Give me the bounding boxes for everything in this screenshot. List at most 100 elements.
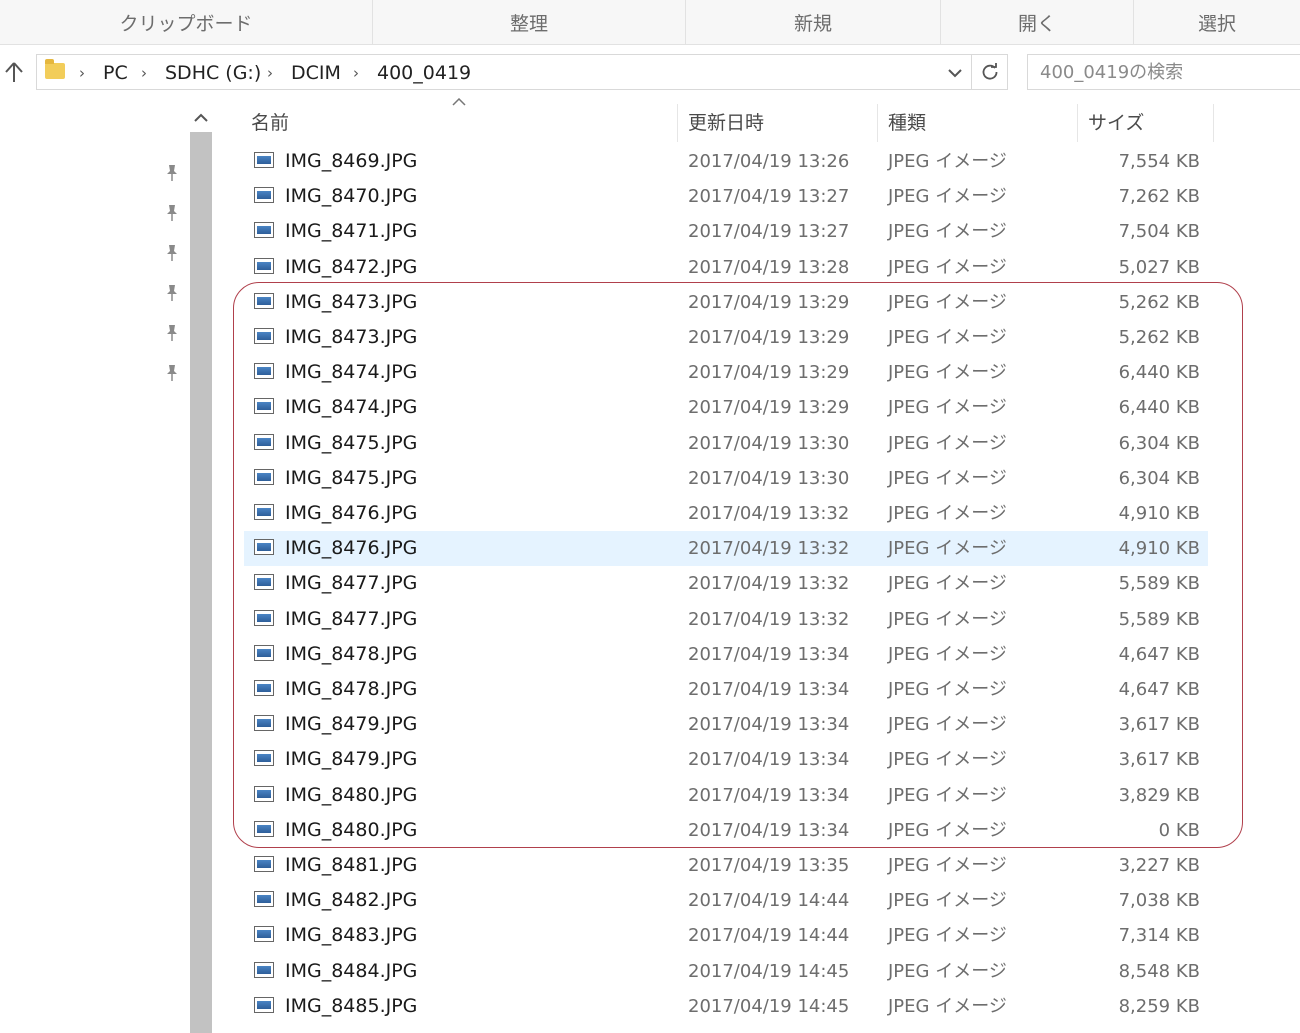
file-modified-date: 2017/04/19 13:32 bbox=[688, 503, 850, 524]
nav-item[interactable]: 04 bbox=[0, 400, 188, 430]
nav-item[interactable]: ァ bbox=[0, 786, 188, 816]
column-header-name[interactable]: 名前 bbox=[241, 104, 677, 142]
file-row[interactable]: IMG_8477.JPG 2017/04/19 13:32 JPEG イメージ 5,5… bbox=[244, 602, 1208, 637]
file-row[interactable]: IMG_8485.JPG 2017/04/19 14:45 JPEG イメージ 8,2… bbox=[244, 989, 1208, 1024]
nav-item[interactable]: ック bbox=[0, 868, 188, 898]
file-explorer-window: クリップボード 整理 新規 開く 選択 › PC › SDHC (G:) › D… bbox=[0, 0, 1300, 1033]
file-name: IMG_8472.JPG bbox=[285, 255, 418, 278]
file-modified-date: 2017/04/19 13:34 bbox=[688, 784, 850, 806]
nav-item[interactable]: ーム (F:) bbox=[0, 988, 188, 1018]
nav-item-label: レ ディスク (C:) bbox=[0, 908, 188, 938]
nav-item[interactable]: レ ディスク (C:) bbox=[0, 908, 188, 938]
file-row[interactable]: IMG_8479.JPG 2017/04/19 13:34 JPEG イメージ 3,6… bbox=[244, 742, 1208, 777]
file-name: IMG_8478.JPG bbox=[285, 678, 418, 700]
nav-item[interactable]: ve bbox=[0, 574, 188, 604]
pin-icon bbox=[164, 284, 180, 302]
scroll-thumb[interactable] bbox=[190, 132, 212, 1033]
nav-item[interactable]: ント bbox=[0, 318, 188, 348]
ribbon-group-label: 新規 bbox=[793, 12, 832, 35]
file-modified-date: 2017/04/19 13:30 bbox=[688, 467, 850, 489]
nav-item[interactable]: トップ bbox=[0, 706, 188, 736]
chevron-down-icon[interactable] bbox=[943, 59, 967, 87]
file-name: IMG_8477.JPG bbox=[285, 572, 418, 595]
file-size: 6,440 KB bbox=[1118, 397, 1200, 419]
breadcrumb-sdhc[interactable]: SDHC (G:) bbox=[165, 59, 261, 87]
file-row[interactable]: IMG_8470.JPG 2017/04/19 13:27 JPEG イメージ 7,2… bbox=[244, 179, 1208, 214]
jpeg-image-icon bbox=[254, 292, 274, 309]
breadcrumb-current-folder[interactable]: 400_0419 bbox=[377, 59, 471, 87]
ribbon-group-organize[interactable]: 整理 bbox=[372, 0, 685, 44]
file-row[interactable]: IMG_8475.JPG 2017/04/19 13:30 JPEG イメージ 6,3… bbox=[244, 461, 1208, 496]
nav-item[interactable]: l Drive bbox=[0, 198, 188, 228]
nav-item-label: ロード bbox=[0, 666, 188, 696]
nav-item[interactable]: ロード bbox=[0, 238, 188, 268]
file-size: 8,548 KB bbox=[1118, 960, 1200, 982]
file-row[interactable]: IMG_8472.JPG 2017/04/19 13:28 JPEG イメージ 5,0… bbox=[244, 250, 1208, 285]
chevron-right-icon[interactable]: › bbox=[79, 59, 85, 87]
nav-item[interactable]: l フォト bbox=[0, 158, 188, 188]
jpeg-image-icon bbox=[254, 328, 274, 344]
file-row[interactable]: IMG_8479.JPG 2017/04/19 13:34 JPEG イメージ 3,6… bbox=[244, 707, 1208, 742]
file-row[interactable]: IMG_8477.JPG 2017/04/19 13:32 JPEG イメージ 5,5… bbox=[244, 566, 1208, 601]
jpeg-image-icon bbox=[254, 785, 274, 802]
nav-scrollbar[interactable] bbox=[188, 100, 214, 1033]
jpeg-image-icon bbox=[254, 750, 274, 767]
nav-item[interactable]: ァ bbox=[0, 358, 188, 388]
nav-item[interactable]: mage bbox=[0, 440, 188, 470]
file-row[interactable]: IMG_8478.JPG 2017/04/19 13:34 JPEG イメージ 4,6… bbox=[244, 637, 1208, 672]
arrow-up-icon[interactable] bbox=[2, 58, 26, 86]
column-header-type[interactable]: 種類 bbox=[877, 104, 1077, 142]
file-size: 6,304 KB bbox=[1118, 467, 1200, 489]
file-name: IMG_8479.JPG bbox=[285, 748, 418, 771]
column-header-label: 名前 bbox=[251, 112, 290, 134]
file-row[interactable]: IMG_8481.JPG 2017/04/19 13:35 JPEG イメージ 3,2… bbox=[244, 848, 1208, 883]
nav-item[interactable]: ント bbox=[0, 746, 188, 776]
file-row[interactable]: IMG_8473.JPG 2017/04/19 13:29 JPEG イメージ 5,2… bbox=[244, 285, 1208, 320]
file-row[interactable]: IMG_8480.JPG 2017/04/19 13:34 JPEG イメージ 3,8… bbox=[244, 778, 1208, 813]
nav-item[interactable]: mage bbox=[0, 480, 188, 510]
file-row[interactable]: IMG_8483.JPG 2017/04/19 14:44 JPEG イメージ 7,3… bbox=[244, 918, 1208, 953]
file-name: IMG_8483.JPG bbox=[285, 924, 418, 947]
refresh-button[interactable] bbox=[972, 54, 1008, 90]
file-row[interactable]: IMG_8480.JPG 2017/04/19 13:34 JPEG イメージ 0 K… bbox=[244, 813, 1208, 848]
file-row[interactable]: IMG_8474.JPG 2017/04/19 13:29 JPEG イメージ 6,4… bbox=[244, 355, 1208, 390]
file-row[interactable]: IMG_8469.JPG 2017/04/19 13:26 JPEG イメージ 7,5… bbox=[244, 144, 1208, 179]
nav-item[interactable]: ーム (E:) bbox=[0, 948, 188, 978]
ribbon-group-new[interactable]: 新規 bbox=[685, 0, 940, 44]
file-row[interactable]: IMG_8471.JPG 2017/04/19 13:27 JPEG イメージ 7,5… bbox=[244, 214, 1208, 249]
file-row[interactable]: IMG_8474.JPG 2017/04/19 13:29 JPEG イメージ 6,4… bbox=[244, 390, 1208, 425]
chevron-right-icon[interactable]: › bbox=[353, 59, 359, 87]
scroll-up-button[interactable] bbox=[188, 104, 214, 130]
file-type: JPEG イメージ bbox=[888, 432, 1007, 454]
breadcrumb-dcim[interactable]: DCIM bbox=[291, 59, 341, 87]
ribbon-group-select[interactable]: 選択 bbox=[1133, 0, 1300, 44]
file-type: JPEG イメージ bbox=[888, 784, 1007, 806]
ribbon-group-bar: クリップボード 整理 新規 開く 選択 bbox=[0, 0, 1300, 45]
file-type: JPEG イメージ bbox=[888, 327, 1007, 348]
ribbon-group-label: 整理 bbox=[509, 12, 548, 35]
file-modified-date: 2017/04/19 13:32 bbox=[688, 538, 850, 560]
chevron-right-icon[interactable]: › bbox=[267, 59, 273, 87]
nav-item[interactable]: トップ bbox=[0, 278, 188, 308]
column-header-date[interactable]: 更新日時 bbox=[677, 104, 877, 142]
file-row[interactable]: IMG_8476.JPG 2017/04/19 13:32 JPEG イメージ 4,9… bbox=[244, 531, 1208, 567]
nav-item[interactable]: ロード bbox=[0, 666, 188, 696]
file-row[interactable]: IMG_8476.JPG 2017/04/19 13:32 JPEG イメージ 4,9… bbox=[244, 496, 1208, 531]
file-row[interactable]: IMG_8473.JPG 2017/04/19 13:29 JPEG イメージ 5,2… bbox=[244, 320, 1208, 355]
file-row[interactable]: IMG_8484.JPG 2017/04/19 14:45 JPEG イメージ 8,5… bbox=[244, 954, 1208, 989]
chevron-right-icon[interactable]: › bbox=[141, 59, 147, 87]
file-row[interactable]: IMG_8482.JPG 2017/04/19 14:44 JPEG イメージ 7,0… bbox=[244, 883, 1208, 918]
pin-icon bbox=[164, 164, 180, 182]
file-row[interactable]: IMG_8478.JPG 2017/04/19 13:34 JPEG イメージ 4,6… bbox=[244, 672, 1208, 707]
file-modified-date: 2017/04/19 14:45 bbox=[688, 960, 850, 982]
breadcrumb-pc[interactable]: PC bbox=[103, 59, 128, 87]
ribbon-group-clipboard[interactable]: クリップボード bbox=[0, 0, 372, 44]
ribbon-group-open[interactable]: 開く bbox=[940, 0, 1133, 44]
address-bar[interactable]: › PC › SDHC (G:) › DCIM › 400_0419 bbox=[36, 54, 972, 90]
file-modified-date: 2017/04/19 13:34 bbox=[688, 749, 850, 771]
pin-icon bbox=[164, 244, 180, 262]
search-input[interactable] bbox=[1027, 54, 1300, 90]
column-header-size[interactable]: サイズ bbox=[1077, 104, 1213, 142]
nav-item[interactable]: アクセス bbox=[0, 118, 188, 148]
file-row[interactable]: IMG_8475.JPG 2017/04/19 13:30 JPEG イメージ 6,3… bbox=[244, 426, 1208, 461]
